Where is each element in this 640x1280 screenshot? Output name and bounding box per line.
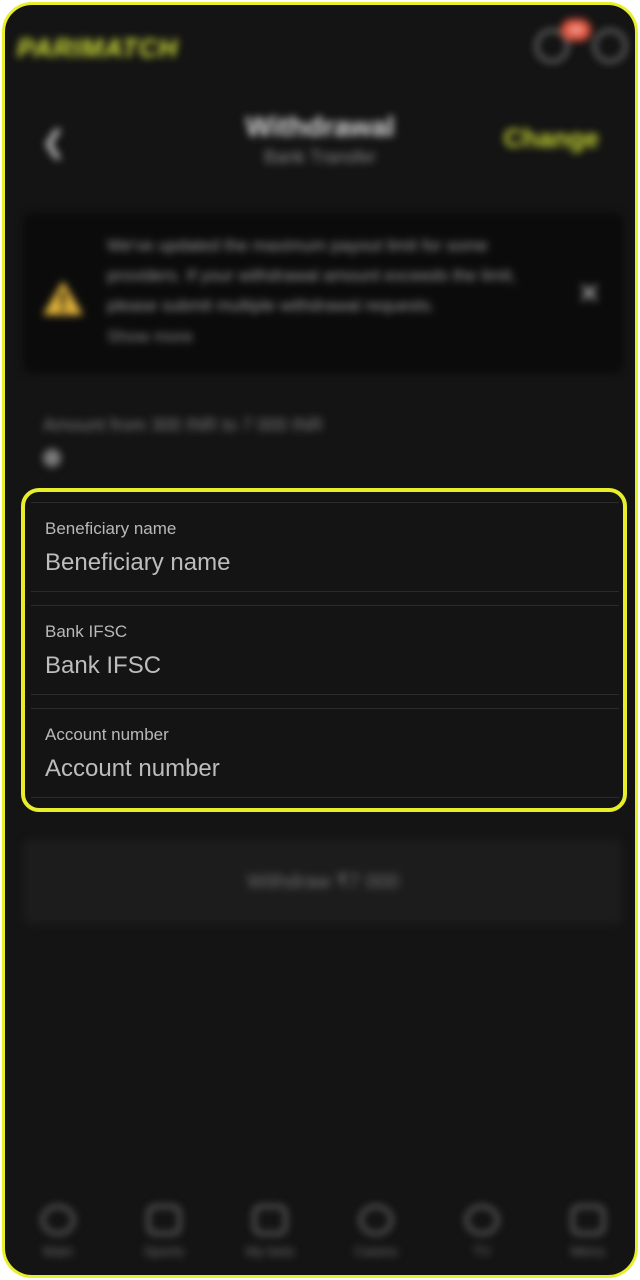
sports-icon	[147, 1205, 181, 1235]
bank-ifsc-label: Bank IFSC	[45, 622, 128, 641]
warning-icon	[43, 281, 83, 315]
brand-logo[interactable]: PARIMATCH	[17, 33, 178, 64]
withdraw-button[interactable]: Withdraw ₹7 000	[23, 839, 623, 925]
beneficiary-name-field: Beneficiary name	[31, 502, 619, 592]
bank-details-form: Beneficiary name Bank IFSC Account numbe…	[21, 488, 627, 812]
amount-range-label: Amount from 300 INR to 7 000 INR	[43, 415, 324, 435]
nav-label: Main	[42, 1243, 74, 1259]
top-bar: PARIMATCH 99	[5, 5, 635, 93]
beneficiary-name-label: Beneficiary name	[45, 519, 177, 538]
bottom-navigation: Main Sports My bets Casino TV Menu	[5, 1193, 635, 1275]
nav-label: Menu	[570, 1243, 606, 1259]
bank-ifsc-field: Bank IFSC	[31, 605, 619, 695]
phone-screen: PARIMATCH 99 ❮ Withdrawal Bank Transfer …	[2, 2, 638, 1278]
nav-item-menu[interactable]: Menu	[543, 1205, 633, 1259]
notice-text: We've updated the maximum payout limit f…	[107, 236, 517, 315]
menu-icon	[571, 1205, 605, 1235]
change-method-link[interactable]: Change	[504, 123, 599, 154]
casino-icon	[359, 1205, 393, 1235]
bank-ifsc-input[interactable]	[45, 648, 605, 684]
nav-label: Casino	[354, 1243, 398, 1259]
show-more-link[interactable]: Show more	[107, 327, 193, 347]
tv-icon	[465, 1205, 499, 1235]
page-header: ❮ Withdrawal Bank Transfer Change	[5, 97, 635, 187]
limit-notice: We've updated the maximum payout limit f…	[23, 213, 623, 373]
nav-item-bets[interactable]: My bets	[225, 1205, 315, 1259]
bets-icon	[253, 1205, 287, 1235]
profile-icon[interactable]	[593, 29, 627, 63]
beneficiary-name-input[interactable]	[45, 545, 605, 581]
nav-item-tv[interactable]: TV	[437, 1205, 527, 1259]
nav-item-main[interactable]: Main	[13, 1205, 103, 1259]
account-number-field: Account number	[31, 708, 619, 798]
nav-label: Sports	[143, 1243, 185, 1259]
home-icon	[41, 1205, 75, 1235]
nav-label: My bets	[245, 1243, 295, 1259]
nav-label: TV	[473, 1243, 491, 1259]
account-number-input[interactable]	[45, 751, 605, 787]
notification-badge: 99	[561, 19, 591, 41]
close-icon[interactable]: ✕	[578, 277, 601, 310]
account-number-label: Account number	[45, 725, 169, 744]
nav-item-casino[interactable]: Casino	[331, 1205, 421, 1259]
nav-item-sports[interactable]: Sports	[119, 1205, 209, 1259]
amount-info-icon[interactable]	[43, 449, 61, 467]
